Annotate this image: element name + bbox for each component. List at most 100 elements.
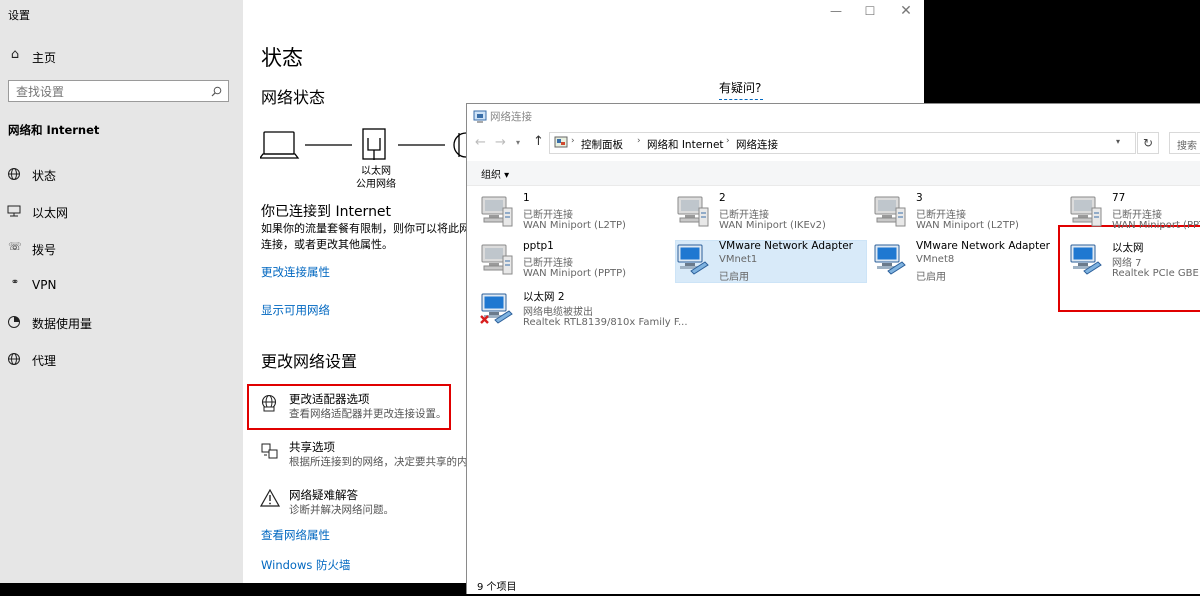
- search-input[interactable]: [9, 82, 206, 101]
- warning-icon: [260, 489, 280, 507]
- minimize-button[interactable]: —: [826, 4, 846, 18]
- window-title: 设置: [8, 9, 30, 22]
- change-connection-properties-link[interactable]: 更改连接属性: [261, 264, 330, 280]
- command-bar: 组织 ▾: [467, 161, 1200, 186]
- connection-item[interactable]: VMware Network Adapter VMnet8 已启用: [872, 240, 1062, 284]
- page-title: 状态: [261, 46, 303, 70]
- sidebar-item-ethernet[interactable]: 以太网: [6, 203, 236, 223]
- connection-item[interactable]: 3 已断开连接 WAN Miniport (L2TP): [872, 192, 1062, 236]
- connection-item[interactable]: 77 已断开连接WAN Miniport (PPTP): [1068, 192, 1200, 236]
- connection-item[interactable]: VMware Network Adapter VMnet1 已启用: [675, 240, 865, 284]
- sidebar-item-label: 状态: [32, 169, 57, 183]
- network-folder-icon: [473, 110, 487, 123]
- windows-firewall-link[interactable]: Windows 防火墙: [261, 557, 351, 573]
- diagram-label-public: 公用网络: [356, 179, 396, 190]
- connection-name: 以太网: [1112, 242, 1144, 254]
- category-heading: 网络和 Internet: [8, 123, 100, 137]
- data-usage-icon: [8, 316, 20, 328]
- adapter-options-subtitle: 查看网络适配器并更改连接设置。: [289, 408, 447, 420]
- connection-device: WAN Miniport (IKEv2): [719, 220, 826, 231]
- refresh-icon[interactable]: ↻: [1137, 132, 1159, 154]
- sidebar: 设置 ⌂ 主页 网络和 Internet 状态 以太网 ☏ 拨号 ⚭ V: [0, 0, 243, 583]
- connection-status: 网络电缆被拔出: [523, 307, 593, 318]
- connection-device: 已启用: [719, 272, 749, 283]
- connection-status: 已断开连接: [719, 210, 769, 221]
- connection-status: VMnet8: [916, 254, 955, 265]
- breadcrumb-network-internet[interactable]: 网络和 Internet: [647, 137, 724, 152]
- sidebar-item-dialup[interactable]: ☏ 拨号: [6, 240, 236, 260]
- troubleshooter-title: 网络疑难解答: [289, 488, 358, 502]
- connection-name: VMware Network Adapter: [719, 240, 853, 252]
- network-diagram: [260, 128, 470, 160]
- sharing-options[interactable]: 共享选项 根据所连接到的网络，决定要共享的内容: [258, 436, 478, 472]
- network-adapter-icon: [675, 242, 709, 280]
- connection-device: Realtek RTL8139/810x Family F...: [523, 317, 688, 328]
- address-dropdown-icon[interactable]: ▾: [1116, 137, 1120, 146]
- globe-icon: [8, 168, 20, 180]
- proxy-globe-icon: [8, 353, 20, 365]
- connection-device: 已启用: [916, 272, 946, 283]
- forward-icon[interactable]: →: [495, 135, 506, 150]
- laptop-icon: [260, 131, 300, 159]
- adapter-options-title: 更改适配器选项: [289, 392, 370, 406]
- connection-item[interactable]: 2 已断开连接 WAN Miniport (IKEv2): [675, 192, 865, 236]
- navigation-bar: ← → ▾ ↑ › 控制面板 › 网络和 Internet › 网络连接 ▾ ↻…: [467, 130, 1200, 158]
- connection-status: 已断开连接: [916, 210, 966, 221]
- connection-item[interactable]: 以太网网络 7Realtek PCIe GBE F...: [1068, 240, 1200, 284]
- connection-status: 已断开连接: [1112, 210, 1162, 221]
- network-adapter-icon: [1068, 194, 1102, 232]
- network-adapter-icon: [675, 194, 709, 232]
- sharing-icon: [261, 443, 278, 459]
- recent-dropdown-icon[interactable]: ▾: [516, 138, 520, 147]
- connection-status: 已断开连接: [523, 258, 573, 269]
- sidebar-item-vpn[interactable]: ⚭ VPN: [6, 277, 236, 297]
- change-adapter-options[interactable]: 更改适配器选项 查看网络适配器并更改连接设置。: [258, 388, 448, 424]
- ethernet-icon: [7, 205, 21, 217]
- up-icon[interactable]: ↑: [533, 134, 544, 149]
- diagram-label: 以太网 公用网络: [355, 165, 397, 191]
- search-placeholder: 搜索: [1177, 141, 1197, 152]
- adapter-globe-icon: [261, 394, 277, 412]
- description-line-1: 如果你的流量套餐有限制，则你可以将此网: [261, 222, 470, 235]
- connection-device: WAN Miniport (L2TP): [523, 220, 626, 231]
- search-box[interactable]: [8, 80, 229, 102]
- sharing-options-subtitle: 根据所连接到的网络，决定要共享的内容: [289, 456, 478, 468]
- breadcrumb-separator-icon: ›: [637, 136, 641, 146]
- maximize-button[interactable]: ☐: [860, 4, 880, 18]
- connection-name: 3: [916, 192, 923, 204]
- diagram-label-ethernet: 以太网: [361, 166, 391, 177]
- sidebar-item-proxy[interactable]: 代理: [6, 351, 236, 371]
- sidebar-item-label: VPN: [32, 278, 57, 292]
- network-connections-window: 网络连接 ← → ▾ ↑ › 控制面板 › 网络和 Internet › 网络连…: [466, 103, 1200, 594]
- connection-status: 网络 7: [1112, 258, 1142, 269]
- organize-button[interactable]: 组织 ▾: [481, 166, 509, 181]
- sidebar-item-data-usage[interactable]: 数据使用量: [6, 314, 236, 334]
- back-icon[interactable]: ←: [475, 135, 486, 150]
- connection-item[interactable]: pptp1 已断开连接 WAN Miniport (PPTP): [479, 240, 669, 284]
- sidebar-item-label: 数据使用量: [32, 317, 93, 331]
- network-adapter-icon: [872, 194, 906, 232]
- home-label: 主页: [32, 51, 57, 65]
- connection-item[interactable]: 以太网 2 网络电缆被拔出 Realtek RTL8139/810x Family …: [479, 289, 688, 333]
- connection-device: Realtek PCIe GBE F...: [1112, 268, 1200, 279]
- view-network-properties-link[interactable]: 查看网络属性: [261, 527, 330, 543]
- show-available-networks-link[interactable]: 显示可用网络: [261, 302, 330, 318]
- address-bar[interactable]: › 控制面板 › 网络和 Internet › 网络连接 ▾: [549, 132, 1136, 154]
- sidebar-item-status[interactable]: 状态: [6, 166, 236, 186]
- connection-name: 77: [1112, 192, 1126, 204]
- connection-name: pptp1: [523, 240, 554, 252]
- network-troubleshooter[interactable]: 网络疑难解答 诊断并解决网络问题。: [258, 484, 468, 520]
- help-heading: 有疑问?: [719, 81, 762, 95]
- search-box[interactable]: 搜索: [1169, 132, 1200, 154]
- connection-item[interactable]: 1 已断开连接 WAN Miniport (L2TP): [479, 192, 669, 236]
- breadcrumb-control-panel[interactable]: 控制面板: [581, 137, 623, 152]
- connection-name: 以太网 2: [523, 291, 565, 303]
- control-panel-icon: [554, 136, 568, 148]
- status-bar-item-count: 9 个项目: [477, 582, 517, 593]
- change-network-settings-heading: 更改网络设置: [261, 352, 358, 371]
- sidebar-item-home[interactable]: ⌂ 主页: [6, 47, 236, 67]
- vpn-icon: ⚭: [10, 277, 20, 288]
- close-button[interactable]: ✕: [896, 3, 916, 19]
- connection-device: WAN Miniport (PPTP): [1112, 220, 1200, 231]
- breadcrumb-network-connections[interactable]: 网络连接: [736, 137, 778, 152]
